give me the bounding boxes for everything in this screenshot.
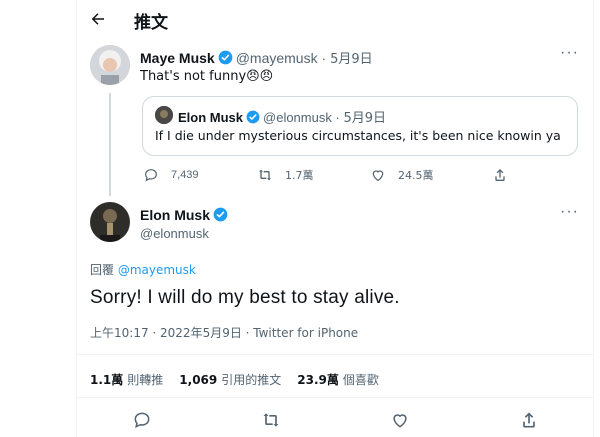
- retweet-button[interactable]: 1.7萬: [257, 167, 314, 183]
- retweet-icon: [259, 169, 271, 181]
- avatar-elon-musk[interactable]: [90, 202, 130, 242]
- divider: [77, 354, 593, 355]
- avatar-photo: [90, 45, 130, 85]
- reply-count: 7,439: [171, 169, 199, 181]
- reply-button[interactable]: 7,439: [143, 167, 199, 183]
- likes-stat[interactable]: 23.9萬 個喜歡: [297, 371, 379, 388]
- retweet-count: 1.7萬: [285, 169, 314, 182]
- verified-badge-icon: [246, 110, 260, 127]
- separator-dot: ·: [335, 110, 340, 125]
- quotes-stat[interactable]: 1,069 引用的推文: [179, 371, 281, 388]
- retweet-button[interactable]: [261, 410, 281, 435]
- back-button[interactable]: [84, 5, 112, 33]
- quoted-author-name: Elon Musk: [178, 110, 244, 125]
- quoted-author-handle: @elonmusk: [263, 110, 332, 125]
- quotes-value: 1,069: [179, 373, 218, 387]
- tweet-date[interactable]: 5月9日: [330, 52, 373, 67]
- like-button[interactable]: [390, 410, 410, 435]
- share-icon: [522, 412, 535, 428]
- main-tweet-actions: [77, 410, 593, 435]
- parent-tweet-header: Maye Musk @mayemusk · 5月9日: [140, 48, 373, 68]
- share-button[interactable]: [519, 410, 539, 435]
- likes-label: 個喜歡: [342, 373, 379, 387]
- divider: [77, 397, 593, 398]
- reply-icon: [145, 169, 157, 182]
- replying-to: 回覆 @mayemusk: [90, 261, 196, 278]
- likes-value: 23.9萬: [297, 373, 339, 387]
- avatar-maye-musk[interactable]: [90, 45, 130, 85]
- author-handle[interactable]: @mayemusk: [236, 50, 318, 66]
- quoted-tweet-date: 5月9日: [343, 111, 386, 126]
- verified-badge-icon: [218, 50, 233, 68]
- like-count: 24.5萬: [398, 169, 434, 182]
- like-button[interactable]: 24.5萬: [370, 167, 434, 183]
- author-name[interactable]: Maye Musk: [140, 50, 215, 66]
- verified-badge-icon: [213, 207, 228, 227]
- heart-icon: [392, 414, 407, 428]
- main-tweet-text: Sorry! I will do my best to stay alive.: [90, 287, 400, 308]
- main-tweet-author: Elon Musk: [140, 207, 231, 227]
- page-title: 推文: [134, 13, 168, 33]
- author-name[interactable]: Elon Musk: [140, 207, 210, 223]
- tweet-metadata[interactable]: 上午10:17 · 2022年5月9日 · Twitter for iPhone: [90, 324, 358, 341]
- reply-prefix: 回覆: [90, 263, 115, 277]
- retweet-icon: [263, 413, 278, 427]
- reply-mention-link[interactable]: @mayemusk: [118, 263, 196, 277]
- retweets-value: 1.1萬: [90, 373, 124, 387]
- author-handle[interactable]: @elonmusk: [140, 226, 209, 241]
- more-options-icon[interactable]: ···: [560, 44, 579, 62]
- heart-icon: [372, 170, 384, 182]
- arrow-left-icon: [91, 13, 104, 25]
- quotes-label: 引用的推文: [221, 373, 282, 387]
- separator-dot: ·: [321, 50, 327, 66]
- share-button[interactable]: [492, 167, 520, 183]
- retweets-label: 則轉推: [127, 373, 164, 387]
- reply-icon: [134, 412, 149, 429]
- avatar-elon-musk-small: [155, 106, 173, 124]
- thread-connector: [109, 93, 111, 196]
- quoted-tweet-header: Elon Musk @elonmusk · 5月9日: [178, 107, 386, 127]
- avatar-photo: [155, 106, 173, 124]
- reply-button[interactable]: [132, 410, 152, 435]
- quoted-tweet-text: If I die under mysterious circumstances,…: [155, 128, 561, 143]
- retweets-stat[interactable]: 1.1萬 則轉推: [90, 371, 163, 388]
- avatar-photo: [90, 202, 130, 242]
- more-options-icon[interactable]: ···: [560, 203, 579, 221]
- parent-tweet-text: That's not funny😠😠: [140, 69, 274, 84]
- tweet-stats: 1.1萬 則轉推 1,069 引用的推文 23.9萬 個喜歡: [90, 371, 379, 388]
- share-icon: [495, 169, 505, 181]
